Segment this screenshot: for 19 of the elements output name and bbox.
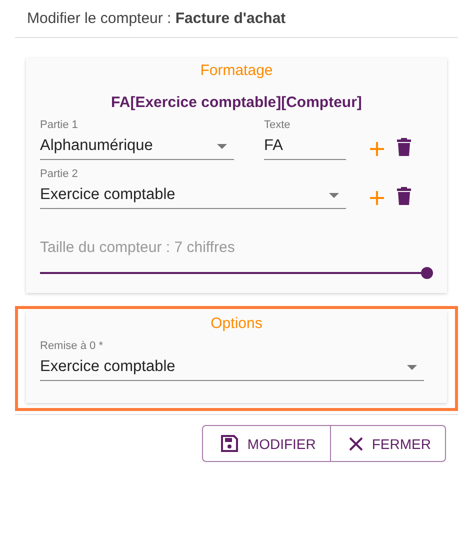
caret-icon [329,193,339,198]
save-button[interactable]: MODIFIER [202,425,331,462]
part-select[interactable]: Partie 2 Exercice comptable [40,168,346,209]
format-pattern: FA[Exercice comptable][Compteur] [110,94,363,111]
caret-icon [217,144,227,149]
counter-size-label: Taille du compteur : 7 chiffres [40,239,236,256]
close-button[interactable]: FERMER [330,425,446,462]
caret-icon [407,365,417,370]
trash-icon[interactable] [397,138,411,156]
card-heading: Formatage [199,62,274,79]
close-icon [348,436,363,450]
counter-slider[interactable] [40,267,433,279]
save-icon [221,435,238,452]
part-select[interactable]: Partie 1 Alphanumérique [40,119,234,160]
trash-icon[interactable] [397,187,411,205]
card-heading: Options [210,315,264,332]
reset-select[interactable]: Remise à 0 * Exercice comptable [40,340,424,381]
dialog-title: Modifier le compteur : Facture d'achat [26,9,287,29]
text-field[interactable]: Texte FA [264,119,346,160]
